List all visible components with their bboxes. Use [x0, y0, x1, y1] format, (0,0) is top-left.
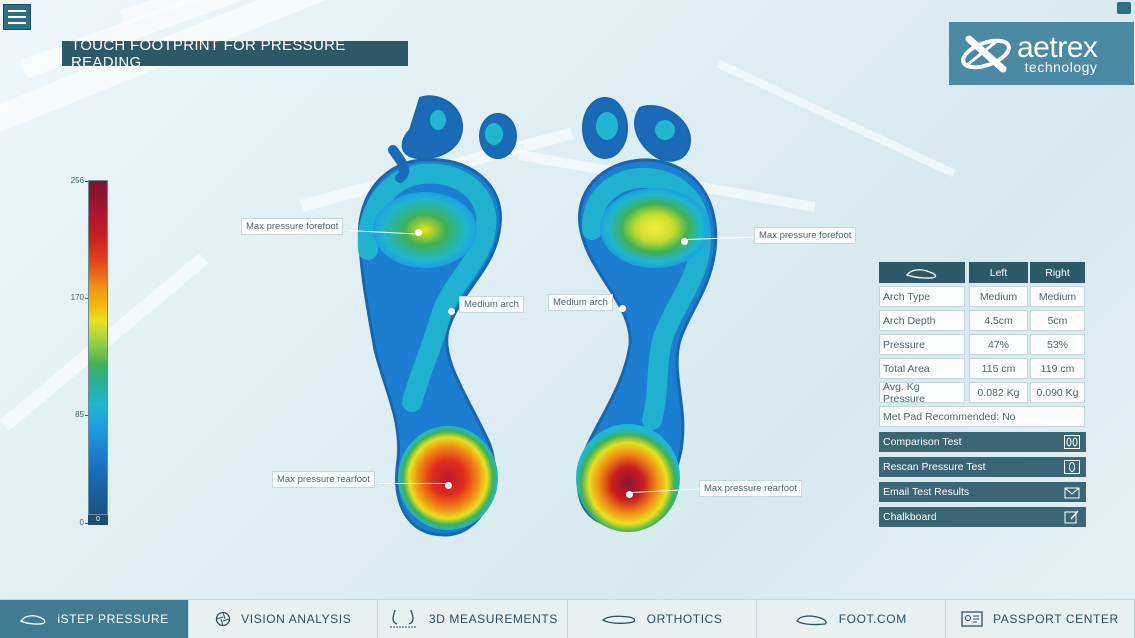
marker-right-arch	[619, 305, 626, 312]
label-left-max-forefoot: Max pressure forefoot	[241, 218, 344, 235]
foot-column-header	[879, 262, 965, 283]
label-right-arch: Medium arch	[548, 294, 613, 311]
foot-outline-icon	[906, 268, 937, 279]
left-value: Medium	[969, 286, 1028, 307]
row-label: Arch Type	[879, 286, 965, 307]
nav-label: 3D MEASUREMENTS	[428, 612, 558, 626]
nav-orthotics[interactable]: ORTHOTICS	[568, 600, 757, 638]
marker-left-arch	[448, 308, 455, 315]
left-value: 4.5cm	[969, 310, 1028, 331]
nav-label: iSTEP PRESSURE	[57, 612, 169, 626]
marker-right-rearfoot	[626, 491, 633, 498]
rescan-pressure-test-button[interactable]: Rescan Pressure Test	[879, 457, 1086, 477]
comparison-test-button[interactable]: Comparison Test	[879, 432, 1086, 452]
chalkboard-label: Chalkboard	[883, 511, 937, 523]
marker-right-forefoot	[681, 238, 688, 245]
leader-line	[378, 483, 446, 484]
label-left-max-rearfoot: Max pressure rearfoot	[272, 471, 375, 488]
left-value: 115 cm	[969, 358, 1028, 379]
right-footprint	[576, 97, 718, 532]
met-pad-recommendation: Met Pad Recommended: No	[879, 406, 1085, 427]
nav-istep-pressure[interactable]: iSTEP PRESSURE	[0, 600, 190, 638]
nav-label: ORTHOTICS	[646, 612, 723, 626]
nav-3d-measurements[interactable]: 3D MEASUREMENTS	[378, 600, 568, 638]
right-value: 0.090 Kg	[1030, 382, 1085, 403]
met-pad-label: Met Pad Recommended:	[883, 410, 1000, 423]
3d-measurement-icon	[389, 609, 416, 628]
nav-label: FOOT.COM	[838, 612, 907, 626]
nav-label: PASSPORT CENTER	[993, 612, 1119, 626]
istep-pressure-icon	[20, 615, 46, 625]
right-value: 5cm	[1030, 310, 1085, 331]
left-footprint	[357, 95, 517, 537]
met-pad-value: No	[1002, 410, 1016, 423]
edit-pencil-icon	[1064, 510, 1079, 524]
bottom-navigation: iSTEP PRESSURE VISION ANALYSIS 3D MEASUR…	[0, 599, 1135, 638]
compare-feet-icon	[1064, 435, 1080, 449]
nav-vision-analysis[interactable]: VISION ANALYSIS	[189, 600, 379, 638]
right-value: Medium	[1030, 286, 1085, 307]
column-header-right: Right	[1030, 262, 1085, 283]
orthotic-insole-icon	[601, 615, 635, 624]
row-label: Pressure	[879, 334, 965, 355]
email-test-results-button[interactable]: Email Test Results	[879, 482, 1086, 502]
comparison-test-label: Comparison Test	[883, 436, 962, 448]
nav-foot-com[interactable]: FOOT.COM	[757, 600, 946, 638]
passport-card-icon	[961, 611, 983, 627]
rescan-foot-icon	[1064, 460, 1080, 474]
column-header-left: Left	[969, 262, 1028, 283]
nav-passport-center[interactable]: PASSPORT CENTER	[946, 600, 1135, 638]
row-label: Avg. Kg Pressure	[879, 381, 965, 405]
row-label: Arch Depth	[879, 310, 965, 331]
marker-left-forefoot	[415, 229, 422, 236]
label-right-max-rearfoot: Max pressure rearfoot	[699, 480, 802, 497]
right-value: 53%	[1030, 334, 1085, 355]
marker-left-rearfoot	[445, 482, 452, 489]
nav-label: VISION ANALYSIS	[241, 612, 352, 626]
row-label: Total Area	[879, 358, 965, 379]
foot-shoe-icon	[795, 615, 827, 626]
left-value: 47%	[969, 334, 1028, 355]
vision-aperture-icon	[216, 611, 231, 627]
label-left-arch: Medium arch	[459, 296, 524, 313]
label-right-max-forefoot: Max pressure forefoot	[754, 227, 857, 244]
chalkboard-button[interactable]: Chalkboard	[879, 507, 1086, 527]
email-label: Email Test Results	[883, 486, 970, 498]
left-value: 0.082 Kg	[969, 382, 1028, 403]
envelope-icon	[1064, 487, 1080, 499]
right-value: 119 cm	[1030, 358, 1085, 379]
rescan-label: Rescan Pressure Test	[883, 461, 986, 473]
